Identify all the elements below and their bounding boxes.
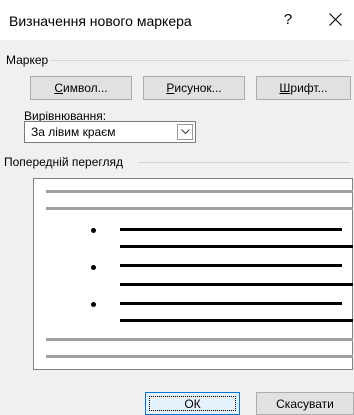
alignment-dropdown-button[interactable] <box>177 124 193 140</box>
alignment-select-value: За лівим краєм <box>31 125 116 139</box>
preview-text-line <box>120 302 342 305</box>
preview-group-label: Попередній перегляд <box>4 155 124 169</box>
preview-text-line <box>120 245 353 248</box>
picture-button[interactable]: Рисунок... <box>143 76 245 100</box>
help-button[interactable]: ? <box>278 10 298 30</box>
symbol-button-accel: С <box>54 81 64 95</box>
symbol-button[interactable]: Символ... <box>30 76 132 100</box>
chevron-down-icon <box>181 129 190 135</box>
font-button-accel: Ш <box>279 81 291 95</box>
ok-button[interactable]: ОК <box>145 392 240 415</box>
preview-gray-line <box>46 190 353 193</box>
cancel-button-label: Скасувати <box>276 397 334 411</box>
close-button[interactable] <box>323 8 347 32</box>
preview-pane <box>33 178 353 370</box>
preview-text-line <box>120 283 353 286</box>
ok-button-focus-ring <box>149 396 236 411</box>
preview-group-divider <box>138 162 350 163</box>
define-new-bullet-dialog: Визначення нового маркера ? Маркер Симво… <box>0 0 354 415</box>
font-button-label: рифт... <box>290 81 328 95</box>
bullet-icon <box>91 228 96 233</box>
dialog-title: Визначення нового маркера <box>9 13 192 29</box>
font-button[interactable]: Шрифт... <box>256 76 351 100</box>
bullet-icon <box>91 265 96 270</box>
preview-gray-line <box>46 338 353 341</box>
cancel-button[interactable]: Скасувати <box>256 392 354 415</box>
preview-gray-line <box>46 355 353 358</box>
symbol-button-label: имвол... <box>63 81 108 95</box>
preview-text-line <box>120 264 342 267</box>
preview-text-line <box>120 228 342 231</box>
close-icon <box>328 13 342 26</box>
picture-button-label: исунок... <box>174 81 222 95</box>
alignment-select[interactable]: За лівим краєм <box>24 121 196 143</box>
title-bar: Визначення нового маркера ? <box>0 0 354 40</box>
marker-group-label: Маркер <box>6 53 49 67</box>
preview-text-line <box>120 319 353 322</box>
marker-group-divider <box>50 60 350 61</box>
bullet-icon <box>91 302 96 307</box>
preview-gray-line <box>46 207 353 210</box>
